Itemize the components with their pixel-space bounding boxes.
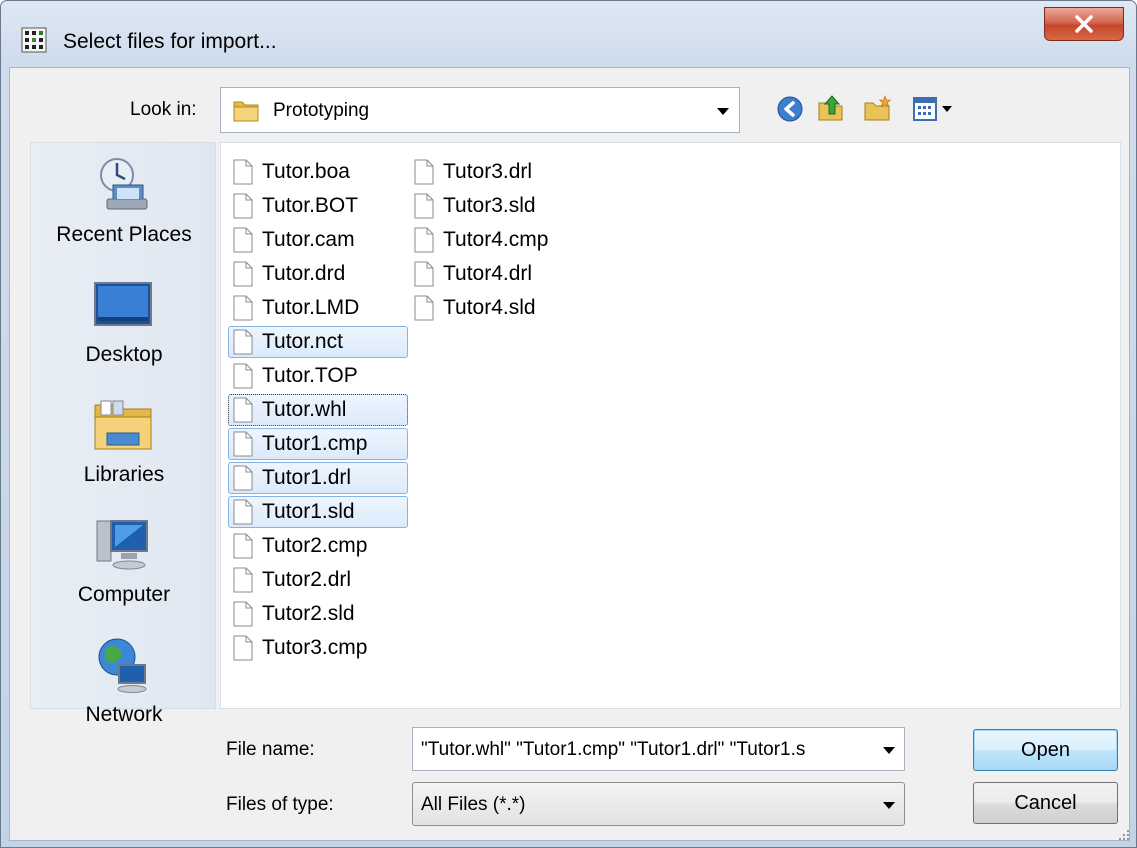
resize-grip-icon[interactable]: [1118, 829, 1130, 841]
file-icon: [233, 329, 253, 355]
file-name: Tutor.nct: [262, 330, 343, 353]
file-name: Tutor.drd: [262, 262, 346, 285]
open-button[interactable]: Open: [973, 729, 1118, 771]
file-item[interactable]: Tutor.BOT: [228, 190, 408, 222]
file-name: Tutor3.cmp: [262, 636, 368, 659]
file-item[interactable]: Tutor.nct: [228, 326, 408, 358]
file-type-dropdown[interactable]: All Files (*.*): [412, 782, 905, 826]
file-name: Tutor4.cmp: [443, 228, 549, 251]
place-label: Libraries: [83, 463, 165, 486]
file-icon: [233, 397, 253, 423]
file-name: Tutor.BOT: [262, 194, 359, 217]
chevron-down-icon: [883, 802, 895, 809]
file-item[interactable]: Tutor3.cmp: [228, 632, 408, 664]
desktop-icon: [94, 282, 152, 326]
file-type-value: All Files (*.*): [421, 794, 526, 815]
file-name: Tutor.TOP: [262, 364, 358, 387]
file-item[interactable]: Tutor1.sld: [228, 496, 408, 528]
file-item[interactable]: Tutor3.sld: [409, 190, 589, 222]
recent-places-icon: [100, 158, 148, 210]
file-name: Tutor.whl: [262, 398, 347, 421]
file-item[interactable]: Tutor2.drl: [228, 564, 408, 596]
new-folder-icon[interactable]: [863, 94, 893, 124]
folder-icon: [233, 101, 259, 122]
file-item[interactable]: Tutor.TOP: [228, 360, 408, 392]
computer-icon: [96, 520, 148, 570]
chevron-down-icon: [717, 108, 729, 115]
file-name: Tutor2.sld: [262, 602, 355, 625]
file-list[interactable]: Tutor.boa Tutor.BOT Tutor.cam Tutor.drd Tuto…: [220, 142, 1121, 709]
network-icon: [98, 638, 147, 693]
file-name: Tutor2.cmp: [262, 534, 368, 557]
file-icon: [233, 295, 253, 321]
file-icon: [233, 193, 253, 219]
file-name: Tutor.LMD: [262, 296, 360, 319]
view-menu-icon[interactable]: [912, 94, 960, 124]
file-item[interactable]: Tutor.boa: [228, 156, 408, 188]
back-arrow-icon[interactable]: [775, 94, 805, 124]
file-name: Tutor1.sld: [262, 500, 355, 523]
place-label: Desktop: [85, 343, 163, 366]
file-name: Tutor3.sld: [443, 194, 536, 217]
file-name: Tutor1.drl: [262, 466, 352, 489]
file-icon: [233, 159, 253, 185]
file-icon: [233, 431, 253, 457]
file-name: Tutor3.drl: [443, 160, 533, 183]
file-icon: [414, 193, 434, 219]
file-name-label: File name:: [226, 739, 315, 760]
file-icon: [414, 159, 434, 185]
window-title: Select files for import...: [63, 30, 277, 53]
file-item[interactable]: Tutor1.cmp: [228, 428, 408, 460]
file-item[interactable]: Tutor.drd: [228, 258, 408, 290]
dialog-window: Select files for import... Look in: Prot…: [0, 0, 1137, 848]
file-item[interactable]: Tutor4.cmp: [409, 224, 589, 256]
file-name: Tutor4.drl: [443, 262, 533, 285]
file-icon: [233, 567, 253, 593]
cancel-button[interactable]: Cancel: [973, 782, 1118, 824]
file-item[interactable]: Tutor.cam: [228, 224, 408, 256]
look-in-dropdown[interactable]: Prototyping: [220, 87, 740, 133]
file-item[interactable]: Tutor1.drl: [228, 462, 408, 494]
file-item[interactable]: Tutor.whl: [228, 394, 408, 426]
file-name: Tutor.cam: [262, 228, 355, 251]
file-item[interactable]: Tutor2.sld: [228, 598, 408, 630]
place-label: Recent Places: [56, 223, 192, 246]
look-in-value: Prototyping: [273, 100, 370, 121]
up-folder-icon[interactable]: [816, 93, 846, 123]
file-icon: [233, 499, 253, 525]
file-icon: [233, 533, 253, 559]
file-icon: [233, 261, 253, 287]
file-type-label: Files of type:: [226, 794, 334, 815]
file-name-input[interactable]: "Tutor.whl" "Tutor1.cmp" "Tutor1.drl" "T…: [412, 727, 905, 771]
file-item[interactable]: Tutor4.drl: [409, 258, 589, 290]
file-name: Tutor.boa: [262, 160, 350, 183]
place-label: Computer: [77, 583, 171, 606]
title-bar[interactable]: Select files for import...: [1, 1, 1137, 67]
file-icon: [414, 295, 434, 321]
file-icon: [233, 635, 253, 661]
file-name-value: "Tutor.whl" "Tutor1.cmp" "Tutor1.drl" "T…: [421, 739, 806, 760]
chevron-down-icon[interactable]: [883, 747, 895, 754]
file-item[interactable]: Tutor.LMD: [228, 292, 408, 324]
file-icon: [233, 227, 253, 253]
file-icon: [233, 363, 253, 389]
file-item[interactable]: Tutor4.sld: [409, 292, 589, 324]
close-button[interactable]: [1044, 7, 1124, 41]
file-name: Tutor1.cmp: [262, 432, 368, 455]
file-item[interactable]: Tutor3.drl: [409, 156, 589, 188]
file-icon: [414, 261, 434, 287]
close-icon: [1075, 15, 1093, 33]
libraries-icon: [94, 400, 152, 450]
file-icon: [414, 227, 434, 253]
file-icon: [233, 601, 253, 627]
file-name: Tutor2.drl: [262, 568, 352, 591]
file-item[interactable]: Tutor2.cmp: [228, 530, 408, 562]
file-name: Tutor4.sld: [443, 296, 536, 319]
place-label: Network: [85, 703, 163, 726]
app-icon: [21, 27, 47, 53]
places-bar: Recent Places Desktop Libraries Computer…: [30, 142, 216, 726]
look-in-label: Look in:: [130, 99, 197, 120]
file-icon: [233, 465, 253, 491]
